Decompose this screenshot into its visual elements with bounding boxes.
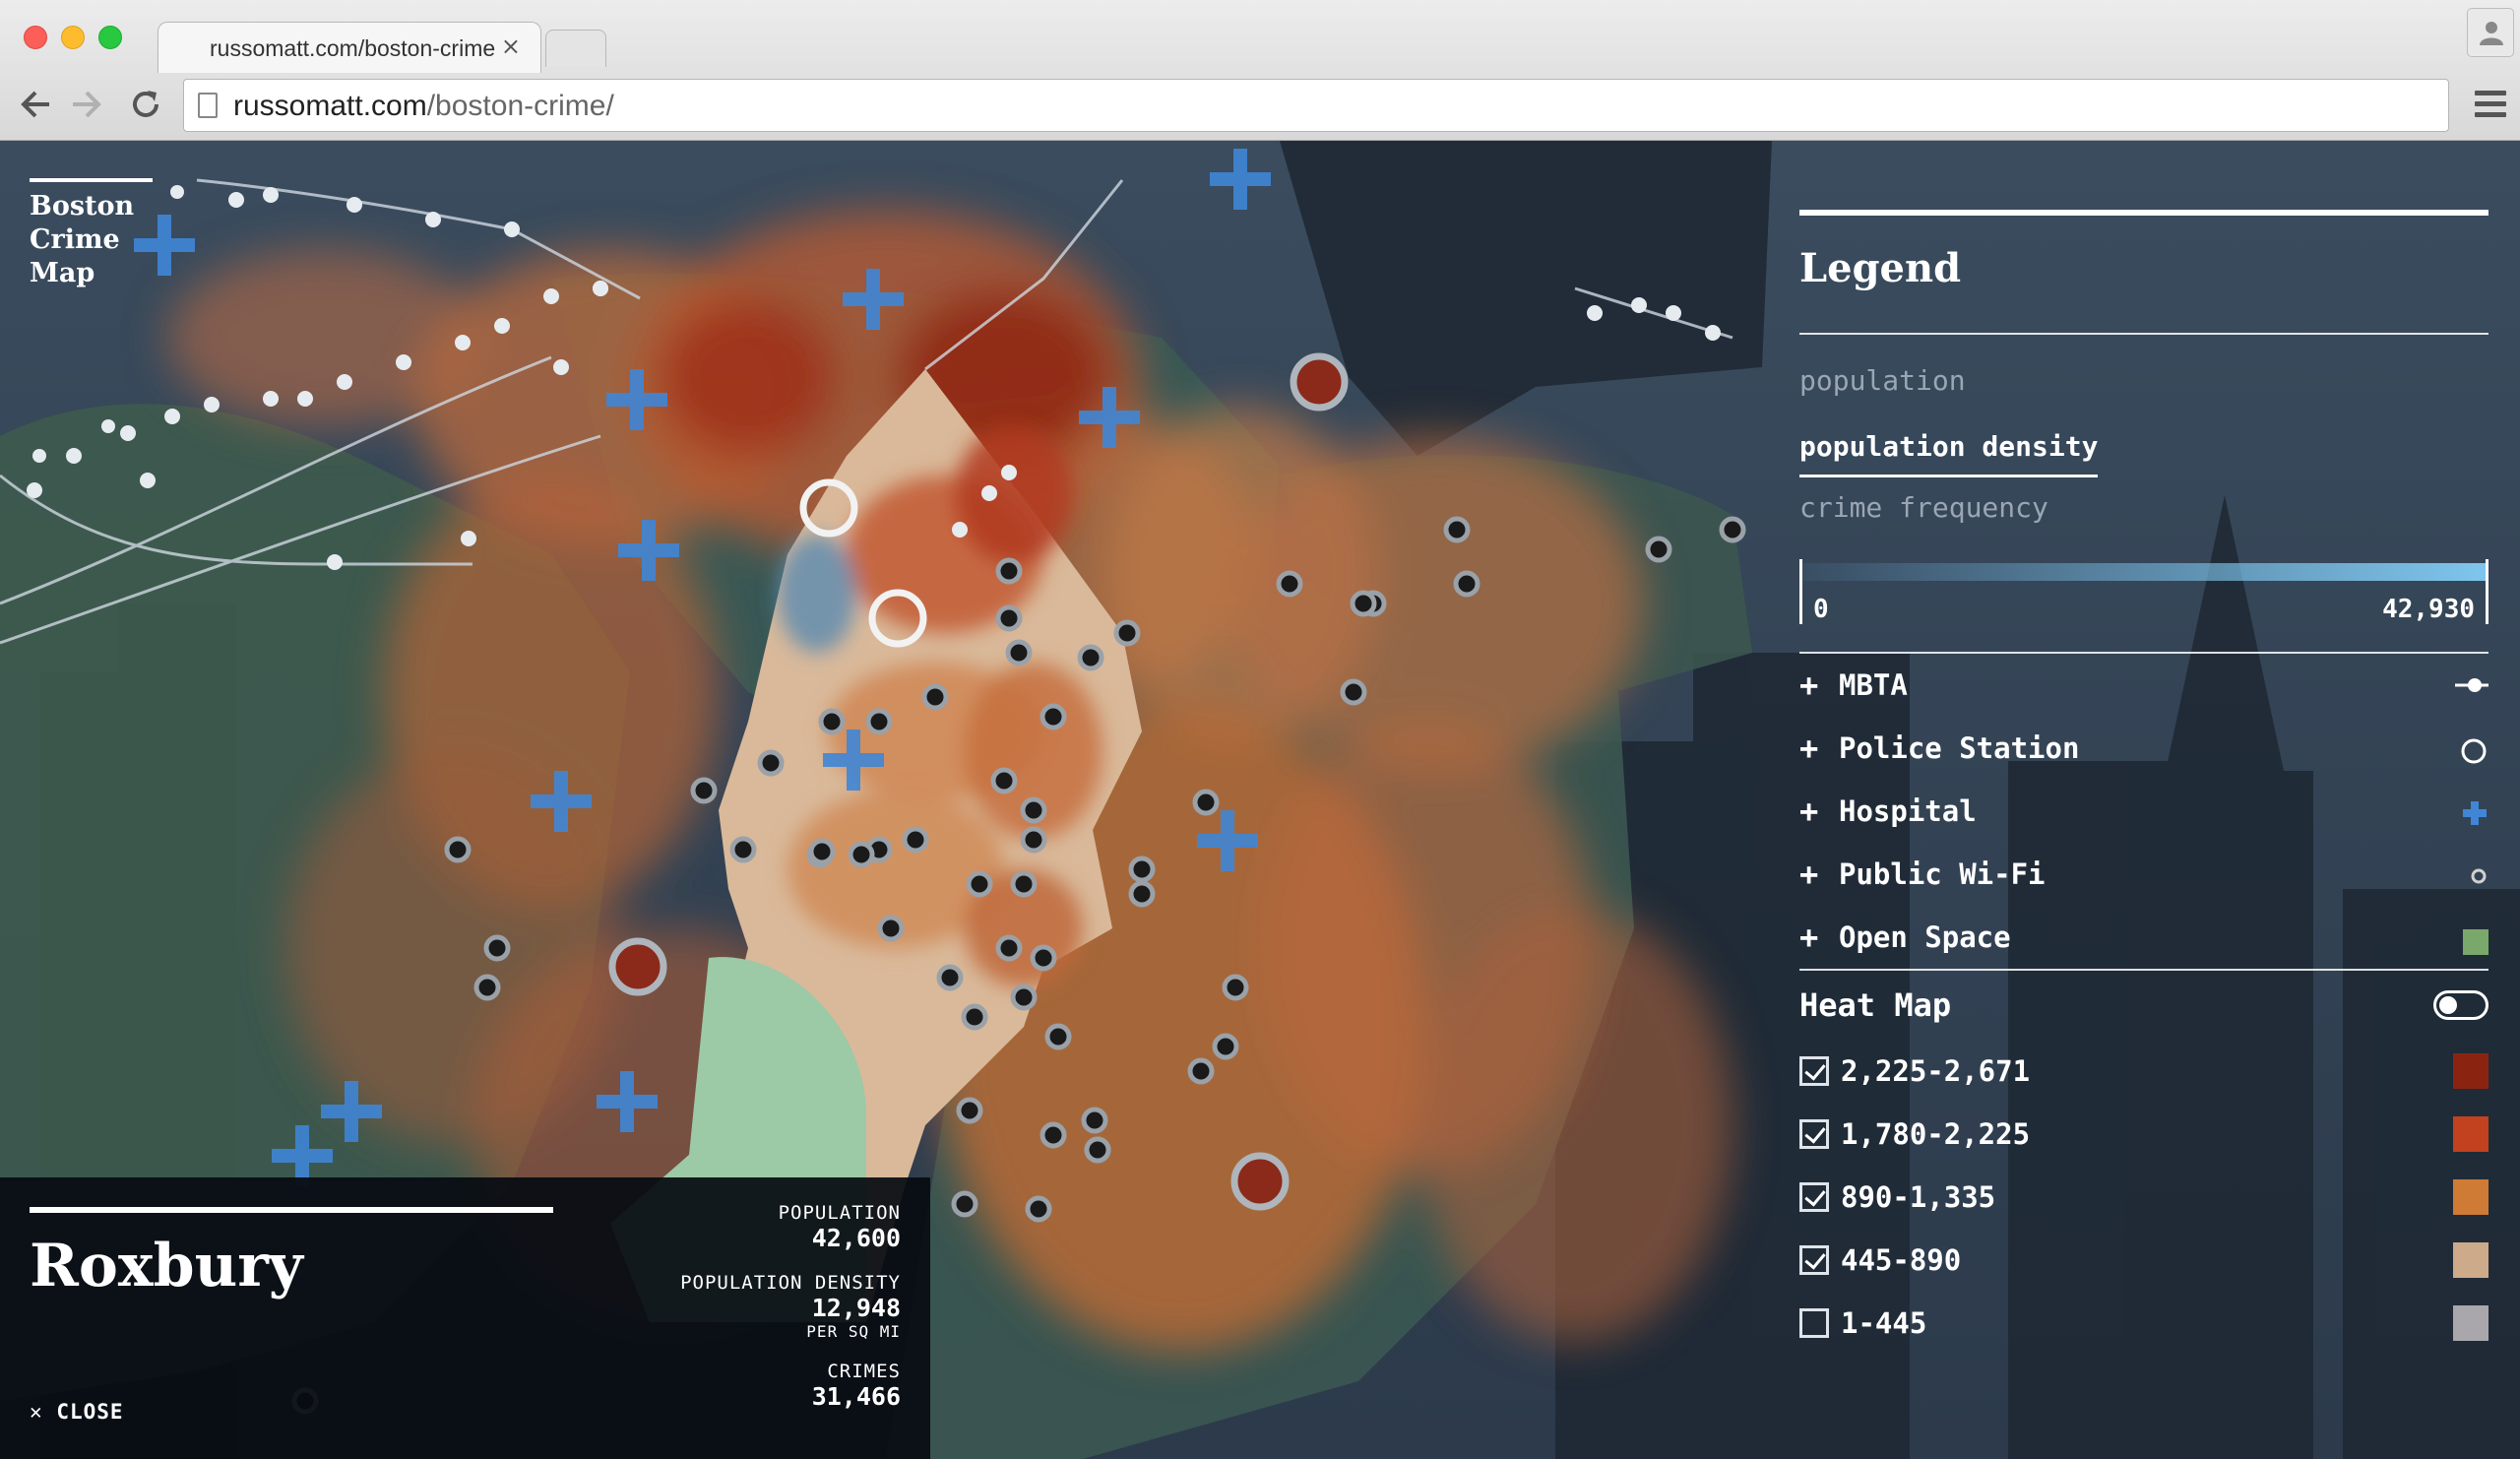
heat-map-toggle[interactable]: [2433, 990, 2488, 1020]
plus-icon: +: [1799, 919, 1819, 956]
app-title-line1: Boston: [30, 191, 135, 222]
layer-hospital[interactable]: + Hospital: [1799, 780, 2488, 843]
neighborhood-name: Roxbury: [30, 1232, 303, 1300]
neighborhood-info-panel: Roxbury ✕ CLOSE POPULATION 42,600 POPULA…: [0, 1177, 930, 1459]
density-stat: POPULATION DENSITY 12,948 PER SQ MI: [680, 1272, 901, 1341]
green-square-icon: [2463, 929, 2488, 955]
population-label: POPULATION: [778, 1202, 901, 1224]
heat-map-header: Heat Map: [1799, 971, 2488, 1040]
legend-title: Legend: [1799, 245, 1962, 291]
scale-max: 42,930: [2382, 595, 2475, 624]
minimize-window-button[interactable]: [61, 26, 85, 49]
bin-checkbox[interactable]: [1799, 1056, 1829, 1086]
legend-panel: Legend population population density cri…: [1799, 210, 2488, 1355]
population-stat: POPULATION 42,600: [779, 1202, 901, 1252]
plus-icon: +: [1799, 666, 1819, 704]
url-text[interactable]: russomatt.com/boston-crime/: [233, 90, 614, 123]
crimes-label: CRIMES: [827, 1361, 901, 1382]
bin-checkbox[interactable]: [1799, 1308, 1829, 1338]
tab-close-icon[interactable]: ×: [501, 32, 521, 60]
heat-bin-890-1335[interactable]: 890-1,335: [1799, 1166, 2488, 1229]
heat-bin-1780-2225[interactable]: 1,780-2,225: [1799, 1103, 2488, 1166]
bin-swatch: [2453, 1053, 2488, 1089]
plus-icon: +: [1799, 793, 1819, 830]
heat-bin-2225-2671[interactable]: 2,225-2,671: [1799, 1040, 2488, 1103]
browser-tab[interactable]: russomatt.com/boston-crime/ ×: [158, 22, 541, 73]
option-crime-frequency[interactable]: crime frequency: [1799, 491, 2488, 536]
crimes-stat: CRIMES 31,466: [812, 1361, 901, 1411]
blue-cross-icon: [2463, 801, 2487, 825]
close-icon: ✕: [30, 1400, 43, 1424]
plus-icon: +: [1799, 856, 1819, 893]
heat-bin-445-890[interactable]: 445-890: [1799, 1229, 2488, 1292]
back-arrow-icon[interactable]: [18, 87, 53, 130]
forward-arrow-icon[interactable]: [69, 87, 104, 130]
app-title-line3: Map: [30, 258, 95, 288]
bin-checkbox[interactable]: [1799, 1245, 1829, 1275]
option-population[interactable]: population: [1799, 352, 2488, 409]
bin-swatch: [2453, 1305, 2488, 1341]
zoom-window-button[interactable]: [98, 26, 122, 49]
heat-map-label: Heat Map: [1799, 986, 1952, 1024]
layer-label: MBTA: [1839, 668, 1908, 702]
density-value: 12,948: [811, 1294, 901, 1322]
page-icon: [198, 93, 218, 118]
small-circle-icon: [2471, 868, 2487, 884]
bin-label: 1,780-2,225: [1841, 1117, 2031, 1151]
density-unit: PER SQ MI: [806, 1322, 901, 1341]
bin-swatch: [2453, 1116, 2488, 1152]
close-button[interactable]: ✕ CLOSE: [30, 1400, 124, 1424]
close-label: CLOSE: [56, 1400, 124, 1424]
new-tab-button[interactable]: [545, 30, 606, 67]
hamburger-menu-icon[interactable]: [2475, 91, 2506, 123]
app-title-line2: Crime: [30, 224, 120, 255]
bin-label: 2,225-2,671: [1841, 1054, 2031, 1088]
population-value: 42,600: [811, 1224, 901, 1252]
map-viewport[interactable]: Boston Crime Map Legend population popul…: [0, 141, 2520, 1459]
bin-label: 1-445: [1841, 1306, 1927, 1340]
scale-min: 0: [1813, 595, 1829, 624]
profile-button[interactable]: [2467, 8, 2514, 57]
bin-swatch: [2453, 1179, 2488, 1215]
density-label: POPULATION DENSITY: [680, 1272, 901, 1294]
tab-title: russomatt.com/boston-crime/: [210, 35, 495, 61]
layer-open-space[interactable]: + Open Space: [1799, 906, 2488, 969]
bin-checkbox[interactable]: [1799, 1119, 1829, 1149]
close-window-button[interactable]: [24, 26, 47, 49]
ring-icon: [2461, 738, 2487, 764]
bin-label: 890-1,335: [1841, 1180, 1996, 1214]
bin-swatch: [2453, 1242, 2488, 1278]
layer-label: Police Station: [1839, 731, 2080, 765]
plus-icon: +: [1799, 730, 1819, 767]
browser-chrome: russomatt.com/boston-crime/ × russomatt.…: [0, 0, 2520, 141]
layer-label: Open Space: [1839, 920, 2011, 954]
layer-label: Public Wi-Fi: [1839, 857, 2046, 891]
app-title: Boston Crime Map: [30, 178, 153, 290]
mbta-line-icon: [2455, 678, 2488, 692]
reload-icon[interactable]: [128, 87, 163, 130]
address-bar[interactable]: russomatt.com/boston-crime/: [183, 79, 2449, 132]
bin-checkbox[interactable]: [1799, 1182, 1829, 1212]
person-icon: [2480, 22, 2503, 45]
heat-bin-1-445[interactable]: 1-445: [1799, 1292, 2488, 1355]
layer-mbta[interactable]: + MBTA: [1799, 654, 2488, 717]
color-scale: 0 42,930: [1799, 559, 2488, 628]
layer-public-wifi[interactable]: + Public Wi-Fi: [1799, 843, 2488, 906]
option-population-density[interactable]: population density: [1799, 418, 2099, 477]
layer-label: Hospital: [1839, 794, 1977, 828]
layer-police-station[interactable]: + Police Station: [1799, 717, 2488, 780]
bin-label: 445-890: [1841, 1243, 1962, 1277]
crimes-value: 31,466: [811, 1382, 901, 1411]
